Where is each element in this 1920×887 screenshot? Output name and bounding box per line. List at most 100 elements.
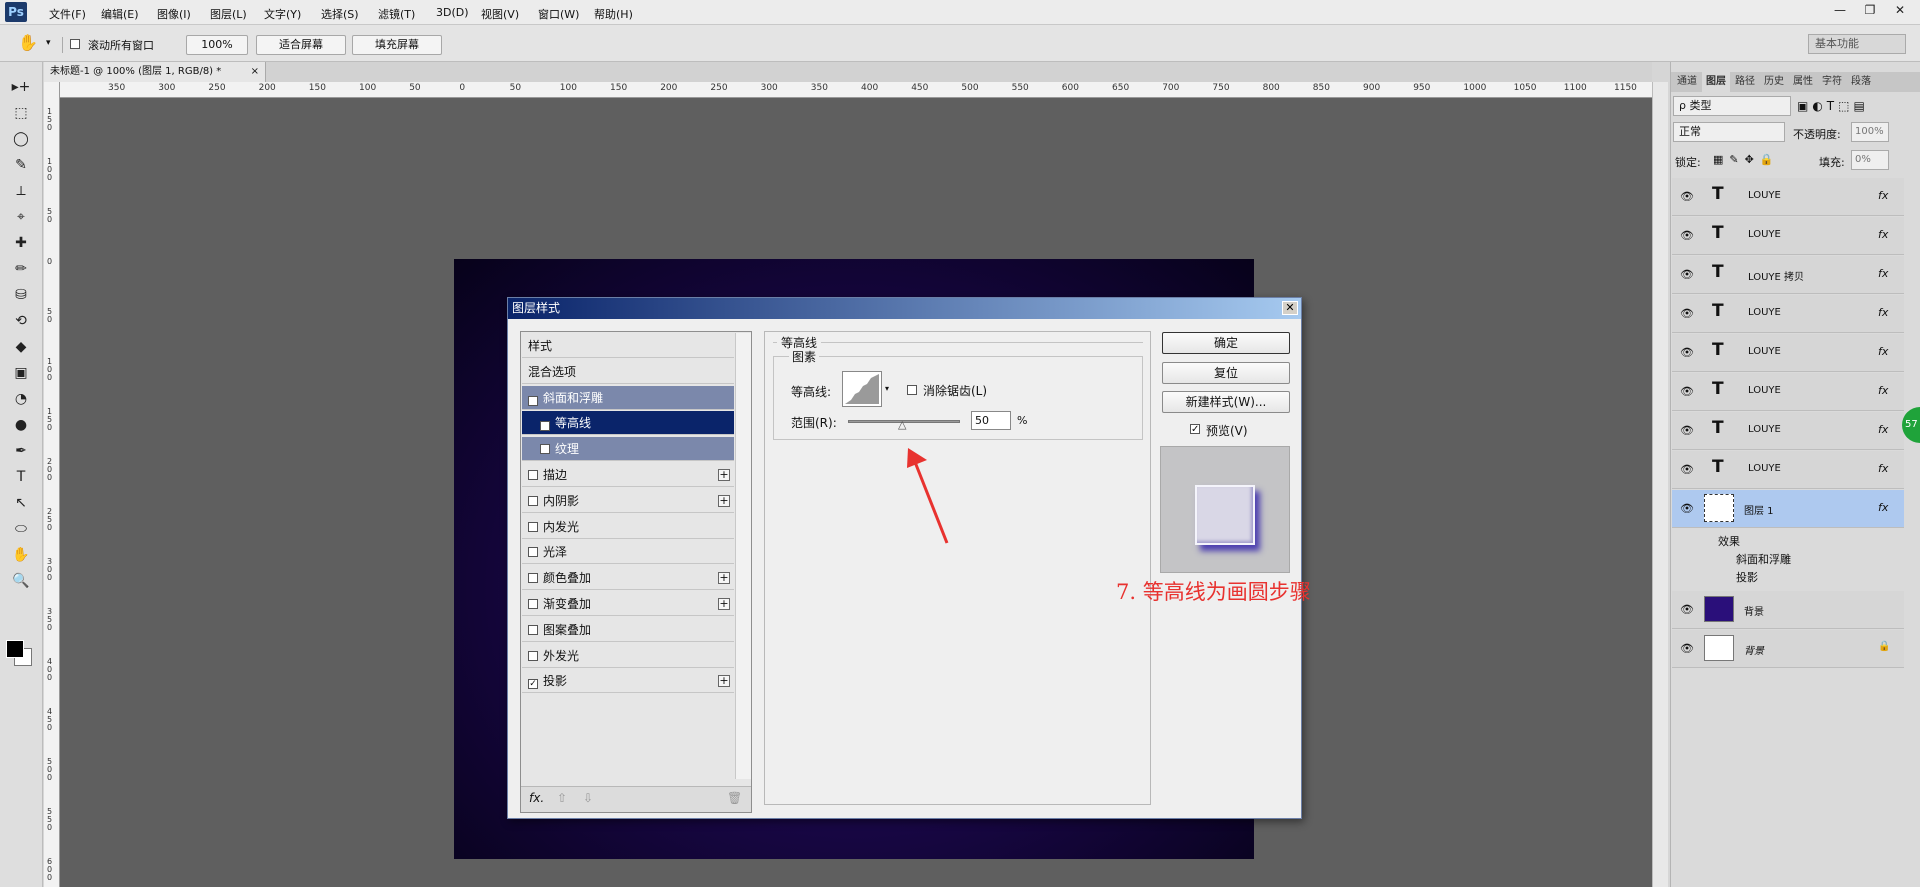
layer-row[interactable]: 👁 T LOUYE fx [1672, 178, 1904, 216]
hand-tool-icon[interactable]: ✋ [18, 33, 38, 52]
move-down-icon[interactable]: ⇩ [583, 791, 593, 805]
style-item[interactable]: 描边 + [522, 463, 734, 487]
style-item[interactable]: ✓ 等高线 [522, 411, 734, 436]
canvas-scrollbar[interactable] [1652, 82, 1668, 887]
layer-row[interactable]: 👁 背景 [1672, 591, 1904, 629]
style-checkbox[interactable] [528, 495, 538, 506]
layer-filter-select[interactable]: ρ 类型 [1673, 96, 1791, 116]
tool-icon[interactable]: ⬚ [6, 102, 36, 124]
preview-checkbox[interactable]: ✓ [1190, 424, 1200, 435]
tool-icon[interactable]: T [6, 466, 36, 488]
fx-icon[interactable]: fx [1878, 345, 1888, 358]
blend-mode-select[interactable]: 正常 [1673, 122, 1785, 142]
style-item[interactable]: ✓ 投影 + [522, 669, 734, 694]
menu-item[interactable]: 窗口(W) [538, 6, 579, 22]
style-item[interactable]: 渐变叠加 + [522, 592, 734, 616]
layer-row[interactable]: 👁 T LOUYE fx [1672, 295, 1904, 333]
eye-icon[interactable]: 👁 [1680, 346, 1694, 359]
tool-icon[interactable]: ◔ [6, 388, 36, 410]
fx-icon[interactable]: fx [1878, 384, 1888, 397]
reset-button[interactable]: 复位 [1162, 362, 1290, 384]
style-checkbox[interactable] [528, 599, 538, 609]
filter-icons[interactable]: ▣◐T⬚▤ [1797, 99, 1869, 113]
fx-icon[interactable]: fx [1878, 423, 1888, 436]
layer-row-selected[interactable]: 👁 图层 1 fx [1672, 490, 1904, 528]
tool-icon[interactable]: ⬭ [6, 518, 36, 540]
tool-icon[interactable]: ↖ [6, 492, 36, 514]
fx-icon[interactable]: fx [1878, 462, 1888, 475]
tool-icon[interactable]: ⛁ [6, 284, 36, 306]
fx-icon[interactable]: fx [1878, 267, 1888, 280]
style-item[interactable]: 光泽 [522, 540, 734, 565]
layer-row[interactable]: 👁 T LOUYE fx [1672, 217, 1904, 255]
style-item[interactable]: 样式 [522, 334, 734, 358]
panel-tab[interactable]: 字符 [1818, 72, 1846, 92]
style-checkbox[interactable] [528, 547, 538, 558]
eye-icon[interactable]: 👁 [1680, 385, 1694, 398]
eye-icon[interactable]: 👁 [1680, 190, 1694, 203]
style-checkbox[interactable] [528, 573, 538, 584]
style-item[interactable]: 图案叠加 [522, 618, 734, 642]
eye-icon[interactable]: 👁 [1680, 502, 1694, 515]
style-item[interactable]: ✓ 斜面和浮雕 [522, 385, 734, 410]
style-item[interactable]: 纹理 [522, 437, 734, 462]
menu-item[interactable]: 编辑(E) [101, 6, 139, 22]
layer-row[interactable]: 👁 T LOUYE fx [1672, 451, 1904, 489]
panel-tab[interactable]: 段落 [1847, 72, 1875, 92]
effect-item[interactable]: 斜面和浮雕 [1736, 551, 1791, 567]
style-checkbox[interactable] [528, 650, 538, 661]
eye-icon[interactable]: 👁 [1680, 424, 1694, 437]
style-checkbox[interactable] [528, 470, 538, 480]
style-item[interactable]: 混合选项 [522, 360, 734, 384]
tool-icon[interactable]: ⌖ [6, 206, 36, 228]
scroll-all-checkbox[interactable] [70, 39, 80, 49]
plus-icon[interactable]: + [718, 469, 730, 481]
style-checkbox[interactable] [528, 521, 538, 532]
close-window-button[interactable]: ✕ [1886, 1, 1914, 19]
style-checkbox[interactable]: ✓ [528, 395, 538, 406]
panel-tab[interactable]: 属性 [1789, 72, 1817, 92]
menu-item[interactable]: 文字(Y) [264, 6, 301, 22]
tool-icon[interactable]: ⟂ [6, 180, 36, 202]
close-icon[interactable]: × [251, 62, 259, 82]
plus-icon[interactable]: + [718, 572, 730, 585]
layer-row[interactable]: 👁 T LOUYE fx [1672, 412, 1904, 450]
eye-icon[interactable]: 👁 [1680, 268, 1694, 281]
tool-icon[interactable]: ✎ [6, 154, 36, 176]
layer-row[interactable]: 👁 T LOUYE 拷贝 fx [1672, 256, 1904, 294]
opacity-input[interactable]: 100% [1851, 122, 1889, 142]
document-tab[interactable]: 未标题-1 @ 100% (图层 1, RGB/8) * × [44, 62, 266, 82]
tool-icon[interactable]: ● [6, 414, 36, 436]
menu-item[interactable]: 视图(V) [481, 6, 519, 22]
fill-input[interactable]: 0% [1851, 150, 1889, 170]
contour-picker[interactable] [842, 371, 882, 407]
fit-screen-button[interactable]: 适合屏幕 [256, 35, 346, 55]
panel-tab[interactable]: 路径 [1731, 72, 1759, 92]
minimize-button[interactable]: — [1826, 1, 1854, 19]
menu-item[interactable]: 文件(F) [49, 6, 86, 22]
move-up-icon[interactable]: ⇧ [557, 791, 567, 805]
style-list-scrollbar[interactable] [735, 333, 751, 779]
dialog-close-button[interactable]: ✕ [1282, 301, 1298, 315]
menu-item[interactable]: 图像(I) [157, 6, 191, 22]
panel-tab[interactable]: 图层 [1702, 72, 1730, 92]
restore-button[interactable]: ❐ [1856, 1, 1884, 19]
style-item[interactable]: 颜色叠加 + [522, 566, 734, 591]
menu-item[interactable]: 图层(L) [210, 6, 247, 22]
tool-icon[interactable]: ⟲ [6, 310, 36, 332]
panel-tab[interactable]: 通道 [1673, 72, 1701, 92]
menu-item[interactable]: 选择(S) [321, 6, 359, 22]
eye-icon[interactable]: 👁 [1680, 642, 1694, 655]
menu-item[interactable]: 帮助(H) [594, 6, 633, 22]
panel-tab[interactable]: 历史 [1760, 72, 1788, 92]
tool-icon[interactable]: ▸+ [6, 76, 36, 98]
effect-item[interactable]: 投影 [1736, 569, 1758, 585]
plus-icon[interactable]: + [718, 675, 730, 688]
fx-icon[interactable]: fx [1878, 306, 1888, 319]
zoom-100-button[interactable]: 100% [186, 35, 248, 55]
tool-icon[interactable]: ◯ [6, 128, 36, 150]
range-slider-thumb[interactable]: △ [898, 418, 906, 431]
layer-row[interactable]: 👁 T LOUYE fx [1672, 373, 1904, 411]
plus-icon[interactable]: + [718, 598, 730, 610]
fx-icon[interactable]: fx [1878, 501, 1888, 514]
